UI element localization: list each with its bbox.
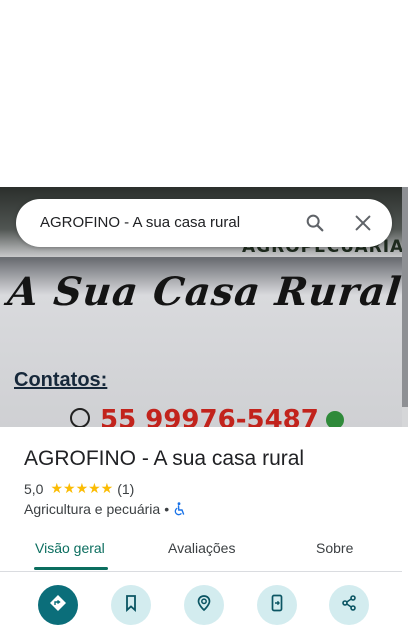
photo-phone: 55 99976-5487 [100, 405, 319, 427]
search-icon[interactable] [304, 212, 326, 234]
send-to-phone-button[interactable] [257, 585, 297, 625]
review-count[interactable]: (1) [117, 481, 134, 497]
save-button[interactable] [111, 585, 151, 625]
tab-bar: Visão geral Avaliações Sobre [0, 528, 402, 570]
photo-slogan: A Sua Casa Rural [5, 269, 405, 315]
nearby-button[interactable] [184, 585, 224, 625]
category-row: Agricultura e pecuária • [24, 501, 186, 517]
tab-overview[interactable]: Visão geral [35, 540, 105, 556]
place-title: AGROFINO - A sua casa rural [24, 447, 305, 470]
share-button[interactable] [329, 585, 369, 625]
search-query[interactable]: AGROFINO - A sua casa rural [40, 214, 240, 231]
rating-stars: ★★★★★ [50, 480, 114, 496]
bookmark-icon [126, 595, 136, 612]
photo-contacts-label: Contatos: [14, 369, 108, 391]
action-buttons [0, 585, 402, 625]
place-panel: AGROFINO - A sua casa rural 5,0 ★★★★★ (1… [0, 427, 402, 625]
share-icon [342, 595, 356, 611]
rating-row[interactable]: 5,0 ★★★★★ (1) [24, 480, 134, 497]
tabs-divider [0, 571, 402, 572]
rating-value: 5,0 [24, 480, 44, 497]
active-tab-indicator [34, 567, 108, 570]
phone-icon [70, 408, 90, 427]
scrollbar-track[interactable] [402, 187, 408, 427]
directions-icon [50, 595, 66, 611]
search-bar[interactable]: AGROFINO - A sua casa rural [16, 199, 392, 247]
tab-about[interactable]: Sobre [316, 540, 353, 556]
send-to-phone-icon [271, 594, 283, 612]
place-category[interactable]: Agricultura e pecuária [24, 501, 160, 517]
tab-reviews[interactable]: Avaliações [168, 540, 235, 556]
category-separator: • [164, 501, 170, 517]
wheelchair-accessible-icon [174, 502, 185, 516]
nearby-icon [197, 595, 211, 612]
directions-button[interactable] [38, 585, 78, 625]
whatsapp-icon [326, 411, 344, 427]
close-icon[interactable] [352, 212, 374, 234]
scrollbar-thumb[interactable] [402, 187, 408, 407]
